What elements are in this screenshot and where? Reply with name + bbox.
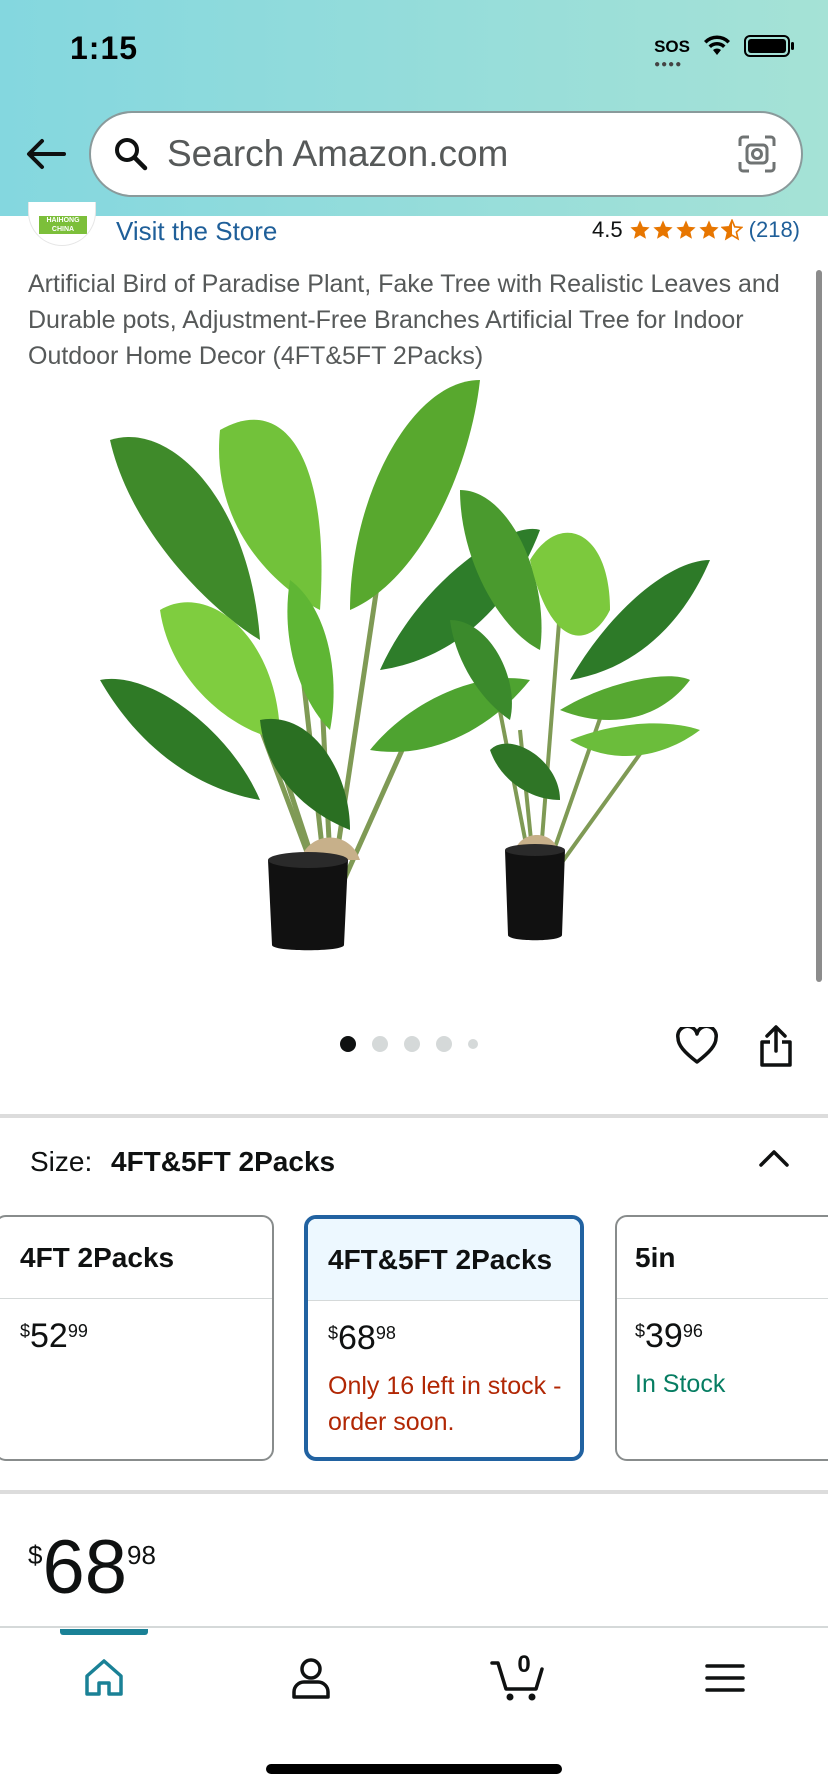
chevron-up-icon — [759, 1150, 789, 1167]
home-icon — [85, 1659, 123, 1696]
price-currency: $ — [28, 1540, 43, 1570]
nav-menu[interactable] — [695, 1650, 755, 1706]
product-price: $ 68 98 — [28, 1530, 156, 1606]
star-full-icon — [630, 220, 650, 239]
size-label: Size: — [30, 1146, 93, 1177]
status-icons: SOS ●●●● — [654, 34, 796, 70]
search-icon — [111, 134, 151, 174]
price-whole: 52 — [30, 1317, 68, 1355]
share-icon — [760, 1025, 792, 1067]
nav-cart[interactable]: 0 — [488, 1650, 548, 1706]
size-option-4ft-2packs[interactable]: 4FT 2Packs $5299 — [0, 1215, 274, 1461]
store-logo-badge: HAIHONG CHINA ENTERPRISE — [39, 216, 87, 242]
plant-illustration — [100, 380, 710, 951]
back-arrow-icon — [27, 139, 66, 169]
wishlist-button[interactable] — [673, 1022, 721, 1070]
carousel-dot[interactable] — [372, 1036, 388, 1052]
menu-icon — [705, 1664, 745, 1692]
signal-dots: ●●●● — [654, 58, 683, 70]
size-option-price: $5299 — [0, 1299, 272, 1356]
image-carousel-dots[interactable] — [340, 1036, 478, 1052]
price-whole: 68 — [42, 1525, 128, 1610]
size-option-name: 5in — [617, 1217, 828, 1299]
size-option-price: $6898 — [308, 1301, 580, 1358]
status-time: 1:15 — [70, 30, 139, 66]
size-option-name: 4FT&5FT 2Packs — [308, 1219, 580, 1301]
rating-value: 4.5 — [592, 217, 623, 242]
price-cents: 98 — [127, 1540, 156, 1570]
camera-search-icon[interactable] — [735, 132, 779, 176]
star-full-icon — [653, 220, 673, 239]
size-selected-value: 4FT&5FT 2Packs — [111, 1146, 336, 1177]
price-cents: 96 — [682, 1321, 703, 1341]
stock-status: In Stock — [635, 1370, 726, 1398]
price-currency: $ — [635, 1321, 646, 1341]
rating-row[interactable]: 4.5 (218) — [592, 217, 800, 243]
price-currency: $ — [328, 1323, 339, 1343]
sos-label: SOS — [654, 36, 690, 56]
nav-active-indicator — [60, 1629, 148, 1635]
price-whole: 68 — [338, 1319, 376, 1357]
product-image[interactable] — [90, 380, 740, 960]
search-input[interactable]: Search Amazon.com — [89, 111, 803, 197]
account-icon — [292, 1658, 330, 1699]
store-logo[interactable]: HAIHONG CHINA ENTERPRISE — [28, 202, 96, 246]
nav-home[interactable] — [74, 1650, 134, 1706]
price-cents: 98 — [375, 1323, 396, 1343]
visit-store-link[interactable]: Visit the Store — [116, 216, 277, 247]
home-indicator — [266, 1764, 562, 1774]
size-option-5in[interactable]: 5in $3996 In Stock — [615, 1215, 828, 1461]
back-button[interactable] — [22, 130, 70, 178]
carousel-dot[interactable] — [436, 1036, 452, 1052]
section-divider — [0, 1490, 828, 1494]
star-half-icon — [720, 219, 743, 241]
sos-indicator: SOS ●●●● — [654, 36, 690, 70]
nav-account[interactable] — [281, 1650, 341, 1706]
battery-icon — [744, 34, 796, 63]
search-placeholder: Search Amazon.com — [167, 133, 509, 174]
wifi-icon — [702, 35, 732, 62]
share-button[interactable] — [752, 1022, 800, 1070]
carousel-dot[interactable] — [468, 1039, 478, 1049]
section-divider — [0, 1114, 828, 1118]
price-currency: $ — [20, 1321, 31, 1341]
heart-icon — [676, 1027, 718, 1064]
size-option-price: $3996 — [617, 1299, 828, 1356]
cart-wrapper: 0 — [490, 1651, 546, 1703]
collapse-size-button[interactable] — [752, 1138, 796, 1178]
cart-count: 0 — [517, 1651, 531, 1678]
size-option-4ft-5ft-2packs[interactable]: 4FT&5FT 2Packs $6898 Only 16 left in sto… — [304, 1215, 584, 1461]
product-title: Artificial Bird of Paradise Plant, Fake … — [28, 270, 780, 370]
carousel-dot[interactable] — [404, 1036, 420, 1052]
star-full-icon — [676, 220, 696, 239]
price-whole: 39 — [645, 1317, 683, 1355]
scrollbar[interactable] — [816, 270, 822, 982]
stock-status: Only 16 left in stock - order soon. — [328, 1372, 562, 1436]
star-rating — [629, 219, 743, 241]
price-cents: 99 — [67, 1321, 88, 1341]
carousel-dot[interactable] — [340, 1036, 356, 1052]
header: 1:15 SOS ●●●● Search Amazon.com — [0, 0, 828, 216]
review-count[interactable]: (218) — [749, 217, 800, 243]
size-option-name: 4FT 2Packs — [0, 1217, 272, 1299]
star-full-icon — [699, 220, 719, 239]
